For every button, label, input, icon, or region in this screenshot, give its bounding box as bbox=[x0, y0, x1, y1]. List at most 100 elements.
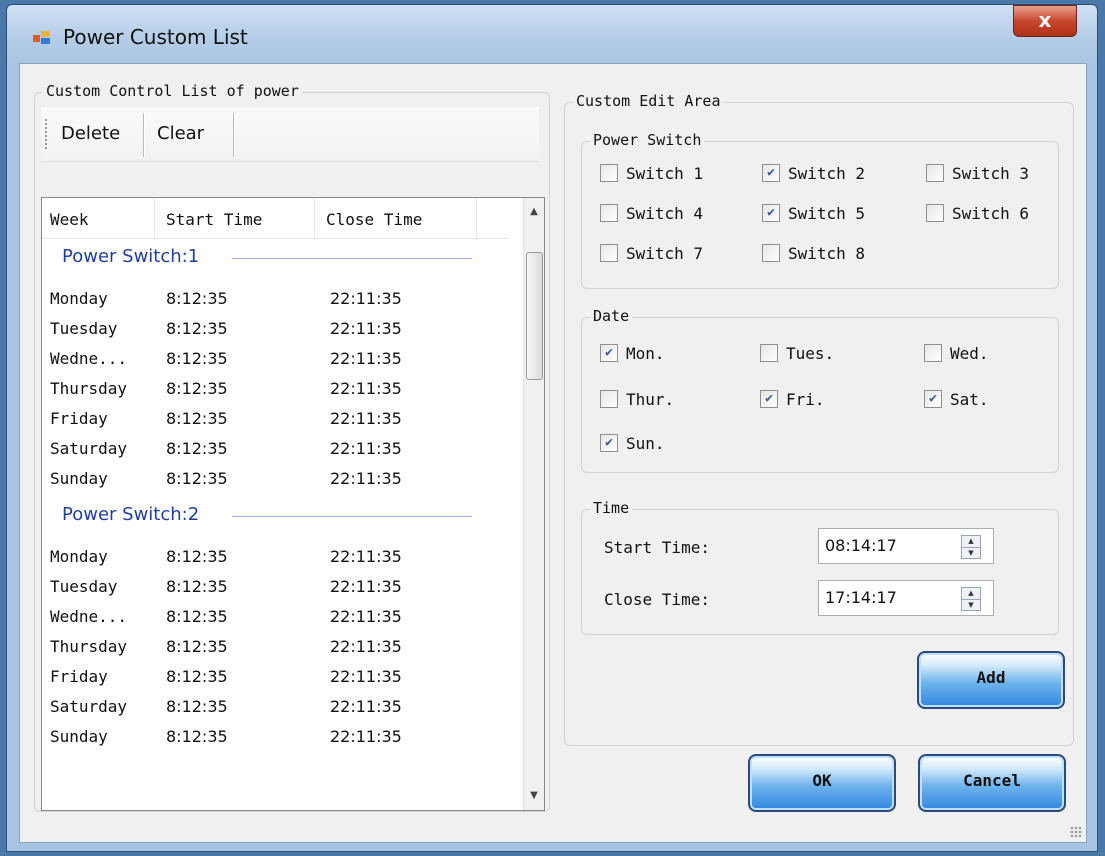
checkbox-label: Mon. bbox=[626, 344, 665, 363]
delete-button[interactable]: Delete bbox=[53, 117, 128, 151]
scroll-thumb[interactable] bbox=[526, 252, 543, 380]
window-app-icon bbox=[33, 31, 50, 44]
checkmark-icon: ✔ bbox=[762, 163, 780, 182]
spin-up-icon[interactable]: ▲ bbox=[962, 536, 980, 547]
column-header-close-time[interactable]: Close Time bbox=[326, 210, 422, 229]
table-row[interactable]: Tuesday 8:12:35 22:11:35 bbox=[42, 572, 508, 602]
switch-8-checkbox[interactable]: Switch 8 bbox=[762, 242, 865, 266]
close-button[interactable]: x bbox=[1013, 5, 1077, 37]
table-row[interactable]: Monday 8:12:35 22:11:35 bbox=[42, 284, 508, 314]
custom-edit-area-group: Custom Edit Area Power Switch Switch 1 ✔… bbox=[564, 92, 1074, 746]
day-thur-checkbox[interactable]: Thur. bbox=[600, 388, 674, 412]
cancel-button[interactable]: Cancel bbox=[918, 754, 1066, 812]
table-row[interactable]: Monday 8:12:35 22:11:35 bbox=[42, 542, 508, 572]
column-header-start-time[interactable]: Start Time bbox=[166, 210, 262, 229]
close-time-picker[interactable]: 17:14:17 ▲ ▼ bbox=[818, 580, 994, 616]
add-button[interactable]: Add bbox=[917, 651, 1065, 709]
checkbox-label: Switch 2 bbox=[788, 164, 866, 183]
time-legend: Time bbox=[590, 499, 633, 517]
switch-7-checkbox[interactable]: Switch 7 bbox=[600, 242, 703, 266]
day-fri-checkbox[interactable]: ✔ Fri. bbox=[760, 388, 825, 412]
cell-start-time: 8:12:35 bbox=[166, 469, 228, 488]
ok-button[interactable]: OK bbox=[748, 754, 896, 812]
power-schedule-list[interactable]: Week Start Time Close Time Power Switch:… bbox=[41, 197, 545, 811]
scroll-down-arrow-icon[interactable]: ▼ bbox=[524, 786, 544, 806]
cell-start-time: 8:12:35 bbox=[166, 637, 228, 656]
resize-grip-icon[interactable] bbox=[1070, 826, 1082, 838]
start-time-spinner[interactable]: ▲ ▼ bbox=[961, 535, 981, 559]
custom-edit-area-legend: Custom Edit Area bbox=[573, 92, 724, 110]
cell-close-time: 22:11:35 bbox=[330, 727, 402, 746]
table-row[interactable]: Sunday 8:12:35 22:11:35 bbox=[42, 722, 508, 752]
table-row[interactable]: Sunday 8:12:35 22:11:35 bbox=[42, 464, 508, 494]
switch-3-checkbox[interactable]: Switch 3 bbox=[926, 162, 1029, 186]
list-vertical-scrollbar[interactable]: ▲ ▼ bbox=[523, 198, 544, 810]
cell-week: Monday bbox=[50, 289, 108, 308]
checkmark-icon: ✔ bbox=[760, 389, 778, 408]
checkbox-label: Fri. bbox=[786, 390, 825, 409]
table-row[interactable]: Tuesday 8:12:35 22:11:35 bbox=[42, 314, 508, 344]
cell-week: Wedne... bbox=[50, 349, 128, 368]
cell-week: Tuesday bbox=[50, 319, 118, 338]
cell-week: Sunday bbox=[50, 727, 108, 746]
table-row[interactable]: Wedne... 8:12:35 22:11:35 bbox=[42, 602, 508, 632]
table-row[interactable]: Thursday 8:12:35 22:11:35 bbox=[42, 374, 508, 404]
checkbox-label: Sat. bbox=[950, 390, 989, 409]
table-row[interactable]: Wedne... 8:12:35 22:11:35 bbox=[42, 344, 508, 374]
checkmark-icon: ✔ bbox=[924, 389, 942, 408]
cell-week: Friday bbox=[50, 667, 108, 686]
cell-start-time: 8:12:35 bbox=[166, 607, 228, 626]
cell-close-time: 22:11:35 bbox=[330, 349, 402, 368]
cell-week: Thursday bbox=[50, 637, 128, 656]
group-header-power-switch-2: Power Switch:2 bbox=[62, 504, 200, 525]
checkbox-label: Tues. bbox=[786, 344, 835, 363]
switch-5-checkbox[interactable]: ✔ Switch 5 bbox=[762, 202, 865, 226]
switch-1-checkbox[interactable]: Switch 1 bbox=[600, 162, 703, 186]
table-row[interactable]: Friday 8:12:35 22:11:35 bbox=[42, 404, 508, 434]
cell-close-time: 22:11:35 bbox=[330, 547, 402, 566]
cell-start-time: 8:12:35 bbox=[166, 667, 228, 686]
day-mon-checkbox[interactable]: ✔ Mon. bbox=[600, 342, 665, 366]
close-time-label: Close Time: bbox=[604, 590, 710, 609]
scroll-up-arrow-icon[interactable]: ▲ bbox=[524, 202, 544, 222]
spin-up-icon[interactable]: ▲ bbox=[962, 588, 980, 599]
day-wed-checkbox[interactable]: Wed. bbox=[924, 342, 989, 366]
day-sat-checkbox[interactable]: ✔ Sat. bbox=[924, 388, 989, 412]
checkmark-icon: ✔ bbox=[600, 433, 618, 452]
switch-6-checkbox[interactable]: Switch 6 bbox=[926, 202, 1029, 226]
table-row[interactable]: Thursday 8:12:35 22:11:35 bbox=[42, 632, 508, 662]
cell-week: Friday bbox=[50, 409, 108, 428]
switch-4-checkbox[interactable]: Switch 4 bbox=[600, 202, 703, 226]
table-row[interactable]: Saturday 8:12:35 22:11:35 bbox=[42, 692, 508, 722]
dialog-window: Power Custom List x Custom Control List … bbox=[6, 4, 1098, 852]
spin-down-icon[interactable]: ▼ bbox=[962, 547, 980, 558]
cell-close-time: 22:11:35 bbox=[330, 577, 402, 596]
time-group: Time Start Time: 08:14:17 ▲ ▼ Close Time… bbox=[581, 499, 1059, 635]
clear-button[interactable]: Clear bbox=[149, 117, 212, 151]
day-sun-checkbox[interactable]: ✔ Sun. bbox=[600, 432, 665, 456]
table-row[interactable]: Saturday 8:12:35 22:11:35 bbox=[42, 434, 508, 464]
cell-week: Saturday bbox=[50, 697, 128, 716]
day-tues-checkbox[interactable]: Tues. bbox=[760, 342, 834, 366]
cell-start-time: 8:12:35 bbox=[166, 409, 228, 428]
checkbox-box bbox=[600, 203, 618, 222]
title-bar[interactable]: Power Custom List x bbox=[7, 5, 1097, 63]
checkbox-label: Switch 8 bbox=[788, 244, 866, 263]
start-time-value[interactable]: 08:14:17 bbox=[825, 536, 897, 555]
cell-week: Monday bbox=[50, 547, 108, 566]
checkbox-label: Switch 4 bbox=[626, 204, 704, 223]
date-legend: Date bbox=[590, 307, 633, 325]
cell-close-time: 22:11:35 bbox=[330, 607, 402, 626]
close-time-value[interactable]: 17:14:17 bbox=[825, 588, 897, 607]
column-header-week[interactable]: Week bbox=[50, 210, 89, 229]
close-time-spinner[interactable]: ▲ ▼ bbox=[961, 587, 981, 611]
cell-close-time: 22:11:35 bbox=[330, 379, 402, 398]
checkbox-label: Switch 5 bbox=[788, 204, 866, 223]
spin-down-icon[interactable]: ▼ bbox=[962, 599, 980, 610]
toolbar-grip-icon[interactable] bbox=[45, 119, 49, 149]
start-time-picker[interactable]: 08:14:17 ▲ ▼ bbox=[818, 528, 994, 564]
checkbox-label: Switch 3 bbox=[952, 164, 1030, 183]
checkbox-label: Switch 1 bbox=[626, 164, 704, 183]
table-row[interactable]: Friday 8:12:35 22:11:35 bbox=[42, 662, 508, 692]
switch-2-checkbox[interactable]: ✔ Switch 2 bbox=[762, 162, 865, 186]
